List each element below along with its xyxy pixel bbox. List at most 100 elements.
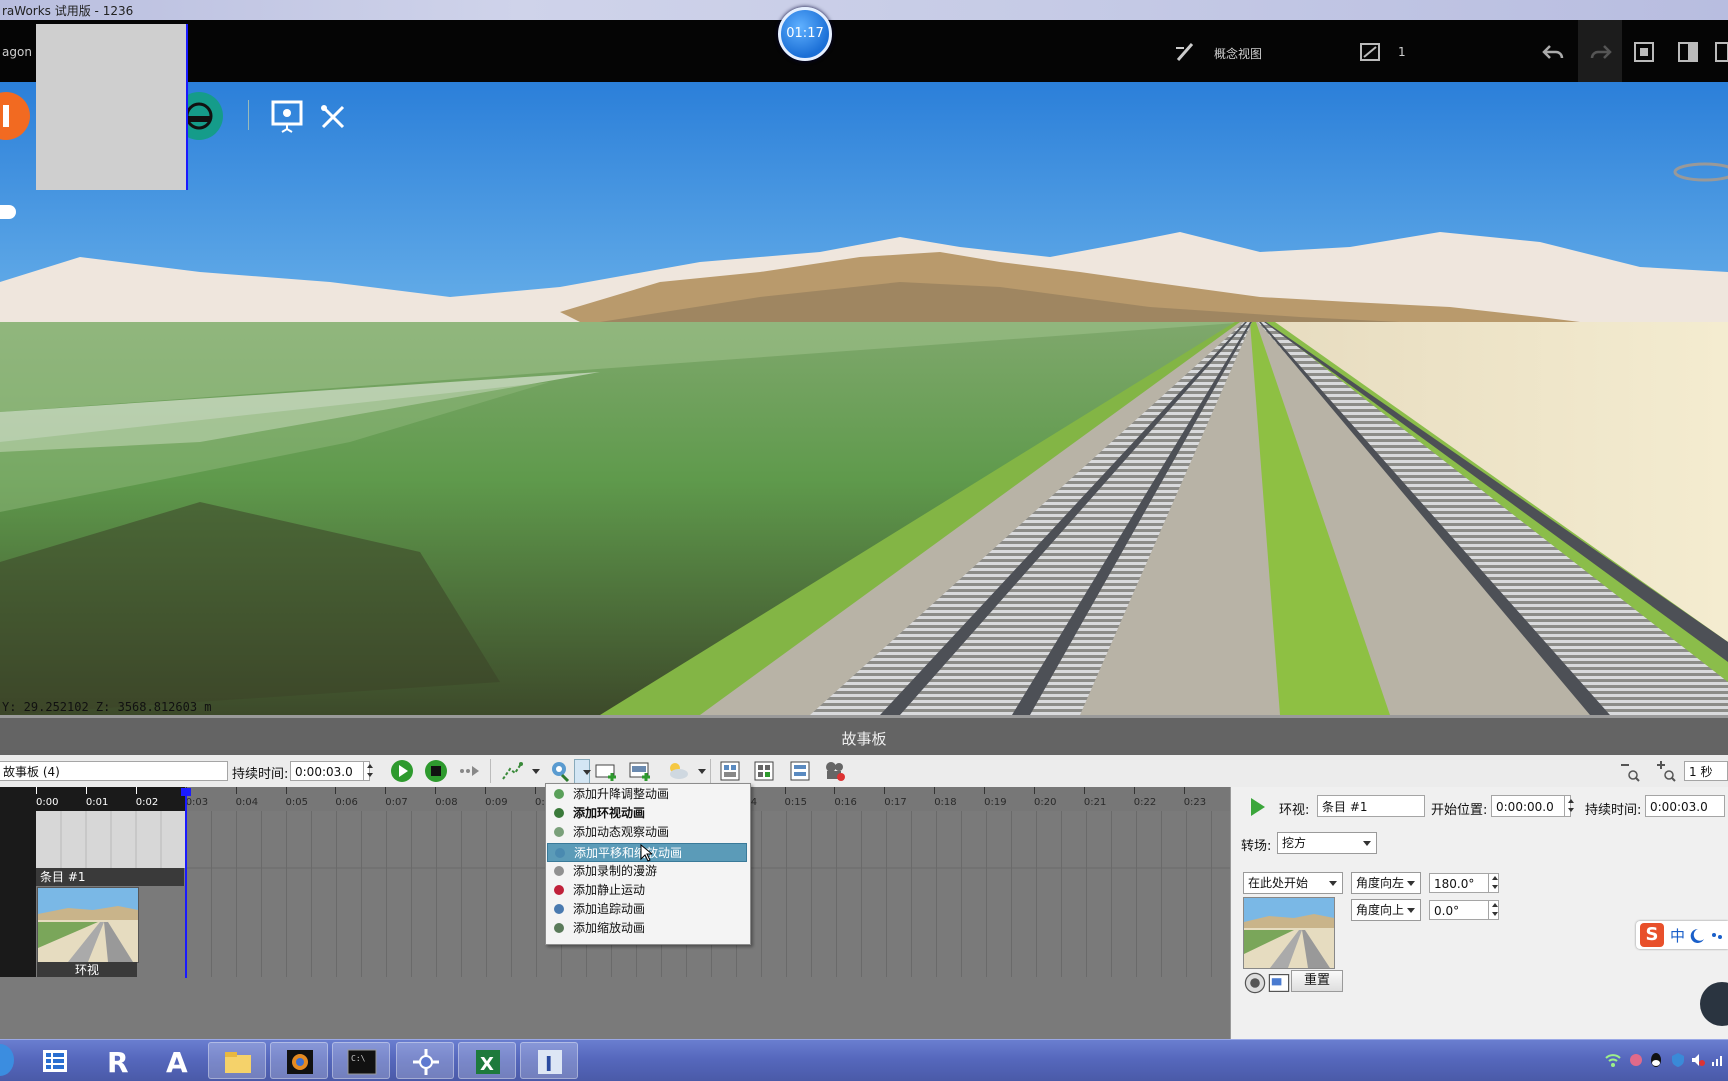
tools-icon[interactable] [318, 102, 348, 132]
menu-item[interactable]: 添加缩放动画 [547, 919, 747, 938]
menu-item-label: 添加动态观察动画 [573, 825, 670, 840]
angle-up-spinner[interactable] [1488, 900, 1501, 920]
weather-dropdown-icon[interactable] [690, 759, 706, 783]
reset-button[interactable]: 重置 [1291, 970, 1343, 992]
qq-icon[interactable] [1648, 1052, 1664, 1068]
taskbar-media[interactable] [270, 1042, 328, 1079]
play-icon[interactable] [390, 759, 414, 783]
camera-animation-icon[interactable] [548, 759, 572, 783]
menu-item[interactable]: 添加环视动画 [547, 804, 747, 823]
layer-icon[interactable] [1356, 38, 1384, 66]
camera-dropdown-icon[interactable] [574, 759, 591, 785]
record-video-icon[interactable] [823, 759, 847, 783]
timeline-tick-label: 0:09 [485, 797, 508, 808]
storyboard-view-icon[interactable] [718, 759, 742, 783]
menu-item[interactable]: 添加追踪动画 [547, 900, 747, 919]
ime-moon-icon[interactable] [1690, 927, 1724, 943]
zoom-unit-field[interactable]: 1 秒 [1684, 761, 1728, 781]
taskbar-autocad[interactable]: A [148, 1042, 206, 1079]
step-icon[interactable] [458, 759, 482, 783]
grid-view-icon[interactable] [752, 759, 776, 783]
timeline-tick-label: 0:20 [1034, 797, 1057, 808]
playhead-marker[interactable] [185, 790, 187, 978]
start-here-dropdown[interactable]: 在此处开始 [1243, 872, 1343, 894]
infraworks-icon: I [538, 1050, 562, 1076]
shield-icon[interactable] [1670, 1052, 1686, 1068]
fullscreen-icon[interactable] [1712, 38, 1728, 66]
path-animation-icon[interactable] [500, 759, 524, 783]
signal-icon[interactable] [1710, 1052, 1726, 1068]
timeline-tick-label: 0:07 [385, 797, 408, 808]
angle-left-spinner[interactable] [1488, 873, 1501, 893]
preview-play-icon[interactable] [1245, 795, 1269, 819]
timeline-tick-mark [285, 787, 287, 794]
storyboard-toolbar: 故事板 (4) 持续时间: 0:00:03.0 1 秒 [0, 755, 1728, 788]
add-image-icon[interactable] [628, 759, 652, 783]
playhead-handle[interactable] [181, 788, 191, 796]
presentation-icon[interactable] [270, 100, 304, 134]
timeline-tick-label: 0:08 [435, 797, 458, 808]
clip-duration-field[interactable]: 0:00:03.0 [1645, 795, 1725, 817]
timeline-tick-label: 0:05 [285, 797, 308, 808]
weather-icon[interactable] [666, 759, 690, 783]
taskbar-excel[interactable]: X [458, 1042, 516, 1079]
3d-viewport[interactable] [0, 82, 1728, 715]
timeline-tick-label: 0:22 [1133, 797, 1157, 808]
path-dropdown-icon[interactable] [524, 759, 540, 783]
duration-spinner[interactable] [363, 761, 376, 781]
ime-toolbar[interactable]: S 中 [1636, 921, 1728, 949]
ime-logo: S [1640, 923, 1664, 947]
menu-item[interactable]: 添加升降调整动画 [547, 785, 747, 804]
taskbar-infraworks[interactable]: I [520, 1042, 578, 1079]
timeline-tick-mark [135, 787, 137, 794]
road-tool-button[interactable] [0, 92, 30, 140]
taskbar-revit[interactable]: R [88, 1042, 146, 1079]
walk-icon [553, 865, 566, 878]
angle-left-dropdown[interactable]: 角度向左 [1351, 872, 1421, 894]
ime-language[interactable]: 中 [1670, 925, 1685, 946]
start-position-field[interactable]: 0:00:00.0 [1491, 795, 1571, 817]
timeline-clip-region[interactable] [36, 24, 188, 190]
menu-item-label: 添加升降调整动画 [573, 787, 670, 801]
taskbar-launcher[interactable] [26, 1042, 84, 1079]
set-view-icon[interactable] [1267, 971, 1290, 992]
transition-dropdown[interactable]: 挖方 [1277, 832, 1377, 854]
menu-item[interactable]: 添加动态观察动画 [547, 823, 747, 842]
volume-icon[interactable] [1690, 1052, 1706, 1068]
pen-style-icon[interactable] [1172, 38, 1200, 66]
add-scene-icon[interactable] [594, 759, 618, 783]
clip-thumbnail[interactable] [37, 887, 139, 963]
stop-icon[interactable] [424, 759, 448, 783]
menu-item-label: 添加录制的漫游 [573, 863, 658, 878]
recording-timer: 01:17 [778, 7, 832, 61]
start-position-spinner[interactable] [1564, 796, 1577, 816]
timeline-tick-mark [385, 787, 387, 794]
storyboard-name-field[interactable]: 故事板 (4) [0, 761, 228, 781]
taskbar-terminal[interactable]: C:\ [332, 1042, 390, 1079]
redo-button[interactable] [1578, 20, 1622, 82]
capture-icon[interactable] [1243, 971, 1266, 994]
crosshair-icon [413, 1049, 439, 1075]
track-header-column [0, 787, 36, 977]
panel-toggle-icon[interactable] [1674, 38, 1702, 66]
taskbar-crosshair[interactable] [396, 1042, 454, 1079]
menu-item[interactable]: 添加静止运动 [547, 881, 747, 900]
clip-name-field[interactable]: 条目 #1 [1317, 795, 1425, 817]
window-restore-icon[interactable] [1630, 38, 1658, 66]
tray-app-icon[interactable] [1628, 1052, 1644, 1068]
side-tab[interactable] [0, 205, 16, 219]
terminal-icon: C:\ [347, 1049, 377, 1075]
timeline-upper-track [36, 811, 186, 868]
svg-text:A: A [166, 1046, 188, 1076]
view-mode-label[interactable]: 概念视图 [1214, 45, 1262, 62]
wifi-icon[interactable] [1604, 1052, 1622, 1068]
zoom-out-icon[interactable] [1618, 759, 1642, 783]
taskbar-explorer[interactable] [208, 1042, 266, 1079]
start-button[interactable] [0, 1044, 14, 1076]
clip-title[interactable]: 条目 #1 [36, 868, 184, 886]
undo-icon[interactable] [1540, 38, 1568, 66]
export-view-icon[interactable] [788, 759, 812, 783]
angle-up-dropdown[interactable]: 角度向上 [1351, 899, 1421, 921]
zoom-in-icon[interactable] [1654, 759, 1678, 783]
duration-field[interactable]: 0:00:03.0 [290, 761, 370, 781]
